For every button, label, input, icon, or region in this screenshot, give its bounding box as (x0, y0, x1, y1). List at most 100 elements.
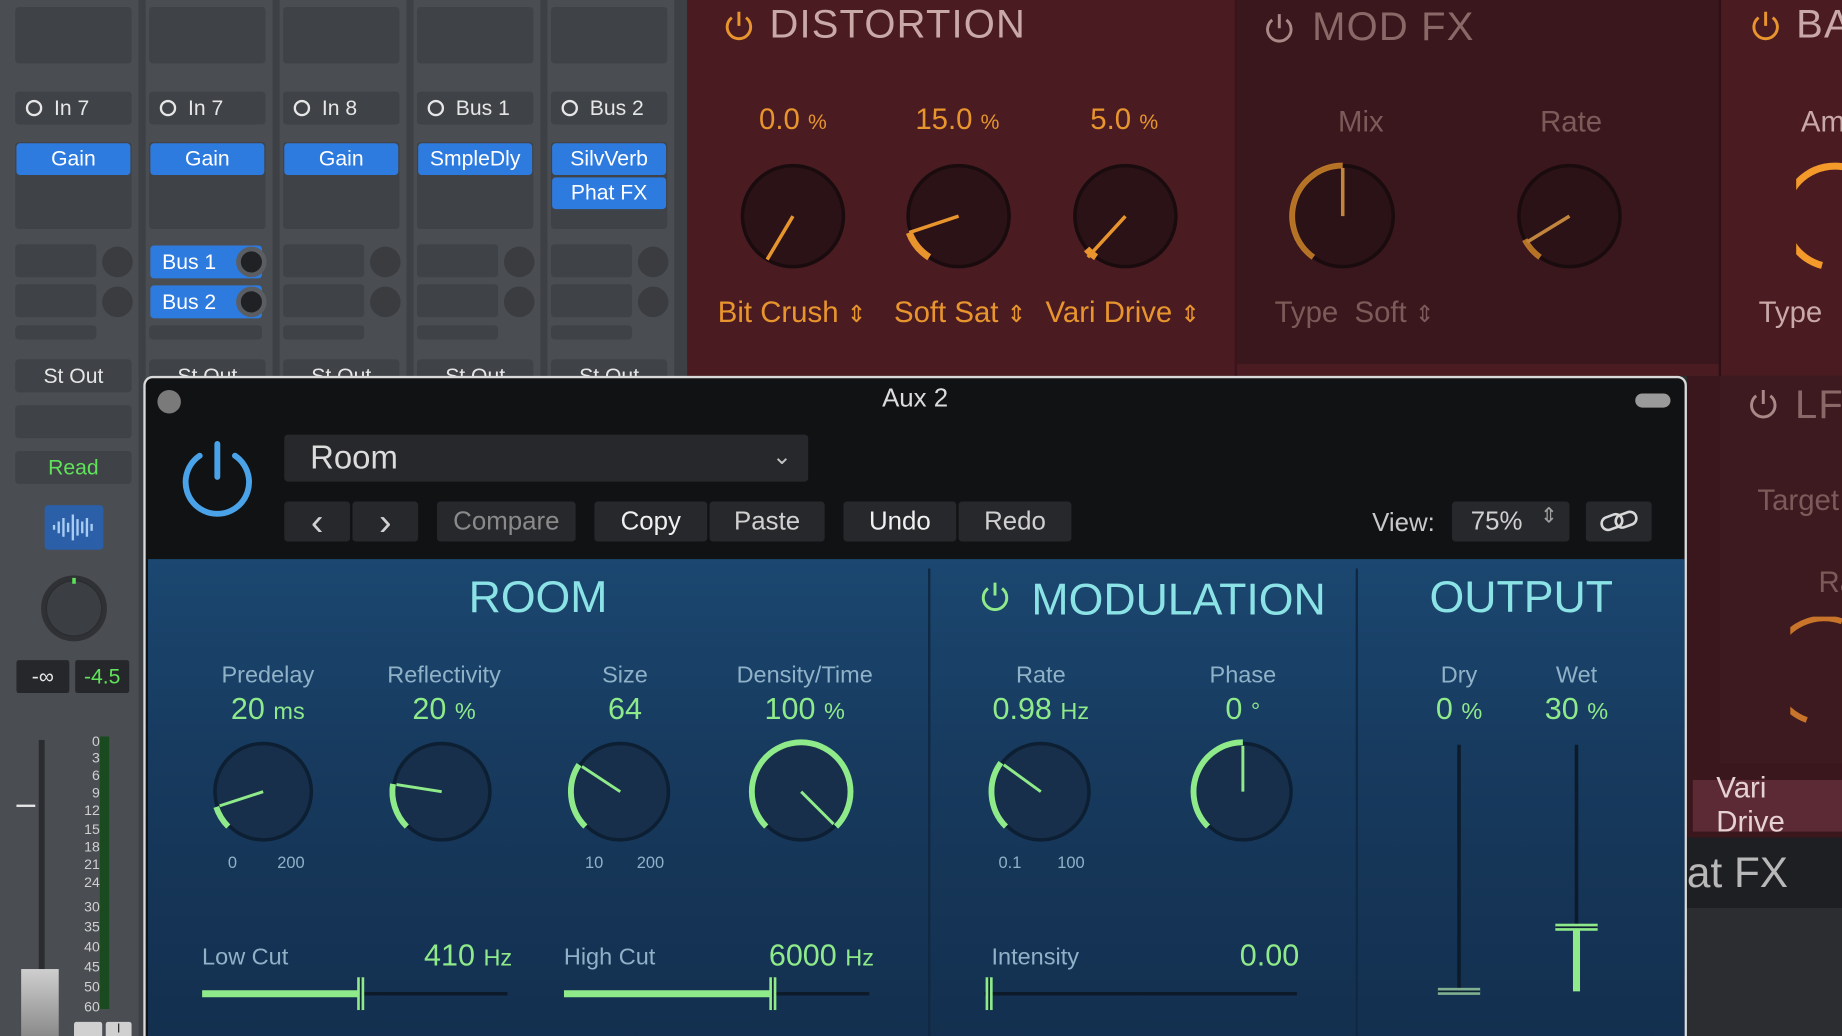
fader-cap[interactable] (21, 969, 59, 1036)
redo-button[interactable]: Redo (958, 501, 1072, 542)
send-slot[interactable] (550, 284, 633, 318)
stereo-ring-icon[interactable] (427, 99, 445, 117)
power-icon[interactable] (722, 9, 755, 44)
send-slot[interactable] (417, 284, 499, 318)
send-slot[interactable] (283, 244, 365, 278)
send-knob[interactable] (637, 246, 669, 278)
preset-label: Room (310, 439, 398, 476)
mix-knob[interactable] (1289, 162, 1397, 270)
bass-section: BA Am Type (1720, 0, 1842, 365)
send-knob[interactable] (370, 286, 401, 318)
input-slot[interactable]: In 7 (149, 91, 266, 125)
view-zoom-menu[interactable]: 75% ⇕ (1451, 501, 1570, 542)
softsat-knob[interactable] (905, 162, 1013, 270)
density-knob[interactable] (747, 738, 855, 846)
channel-icon[interactable] (44, 505, 104, 550)
lowcut-slider[interactable] (202, 975, 508, 1011)
send-knob[interactable] (370, 246, 401, 278)
plugin-window: Aux 2 Room ⌄ ‹ › Compare Copy Paste Undo… (143, 375, 1687, 1036)
input-slot[interactable]: Bus 2 (550, 91, 668, 125)
send-slot-empty[interactable] (15, 325, 97, 340)
power-button[interactable] (179, 439, 257, 519)
amount-knob[interactable] (1796, 162, 1842, 270)
send-knob[interactable] (503, 286, 535, 318)
input-slot[interactable]: Bus 1 (417, 91, 534, 125)
automation-mode[interactable]: Read (15, 451, 132, 484)
send-level-knob[interactable] (236, 286, 267, 318)
reflectivity-knob[interactable] (388, 738, 496, 846)
group-slot[interactable] (15, 405, 132, 439)
stereo-ring-icon[interactable] (293, 99, 311, 117)
undo-button[interactable]: Undo (843, 501, 957, 542)
varidrive-selector[interactable]: Vari Drive ⇕ (1046, 296, 1201, 330)
previous-preset-button[interactable]: ‹ (284, 500, 351, 542)
predelay-knob[interactable] (209, 738, 317, 846)
next-preset-button[interactable]: › (352, 500, 419, 542)
send-slot[interactable] (283, 284, 365, 318)
stereo-ring-icon[interactable] (25, 99, 43, 117)
send-level-knob[interactable] (236, 246, 267, 278)
send-knob[interactable] (637, 286, 669, 318)
power-icon[interactable] (1749, 9, 1782, 44)
send-knob[interactable] (102, 286, 133, 318)
intensity-slider[interactable] (984, 975, 1297, 1011)
eq-display[interactable] (550, 7, 668, 64)
send-knob[interactable] (102, 246, 133, 278)
plugin-slot-gain[interactable]: Gain (150, 143, 265, 176)
send-slot-empty[interactable] (149, 325, 262, 340)
volume-display[interactable]: -4.5 (75, 660, 130, 694)
varidrive-knob[interactable] (1071, 162, 1179, 270)
send-slot[interactable] (15, 244, 97, 278)
power-icon[interactable] (1747, 388, 1780, 423)
modulation-power-icon[interactable] (980, 580, 1011, 613)
collapse-button[interactable] (1635, 393, 1671, 408)
eq-display[interactable] (283, 7, 400, 64)
plugin-slot-sampledelay[interactable]: SmpleDly (418, 143, 533, 176)
preset-menu[interactable]: Room ⌄ (284, 434, 809, 482)
highcut-slider[interactable] (563, 975, 870, 1011)
wet-fader[interactable] (1553, 738, 1600, 1006)
bitcrush-selector[interactable]: Bit Crush ⇕ (718, 296, 867, 330)
stereo-ring-icon[interactable] (561, 99, 578, 117)
plugin-slot-phatfx[interactable]: Phat FX (552, 177, 667, 210)
send-slot-empty[interactable] (283, 325, 365, 340)
plugin-slot-silververb[interactable]: SilvVerb (552, 143, 667, 176)
vari-drive-chip[interactable]: Vari Drive (1692, 772, 1842, 839)
copy-button[interactable]: Copy (594, 501, 708, 542)
size-knob[interactable] (566, 738, 674, 846)
send-slot-empty[interactable] (417, 325, 499, 340)
stereo-ring-icon[interactable] (159, 99, 177, 117)
input-monitor-button[interactable]: I (105, 1021, 132, 1036)
pan-knob[interactable] (39, 573, 109, 643)
reflectivity-label: Reflectivity (387, 662, 501, 689)
send-slot-empty[interactable] (550, 325, 633, 340)
lfo-rate-knob[interactable] (1790, 616, 1842, 725)
softsat-selector[interactable]: Soft Sat ⇕ (894, 296, 1026, 330)
output-slot[interactable]: St Out (15, 359, 132, 393)
eq-display[interactable] (417, 7, 534, 64)
link-button[interactable] (1585, 501, 1652, 542)
send-knob[interactable] (503, 246, 535, 278)
paste-button[interactable]: Paste (709, 501, 825, 542)
dry-fader[interactable] (1436, 738, 1483, 1006)
record-button[interactable] (74, 1021, 103, 1036)
phase-knob[interactable] (1189, 738, 1297, 846)
rate-knob[interactable] (1515, 162, 1623, 270)
bitcrush-knob[interactable] (739, 162, 847, 270)
send-slot[interactable] (417, 244, 499, 278)
plugin-slot-gain[interactable]: Gain (16, 143, 131, 176)
input-slot[interactable]: In 8 (283, 91, 400, 125)
power-icon[interactable] (1263, 12, 1296, 47)
peak-display[interactable]: -∞ (16, 660, 70, 694)
type-selector[interactable]: Soft ⇕ (1354, 296, 1434, 330)
eq-display[interactable] (15, 7, 132, 64)
compare-button[interactable]: Compare (437, 501, 576, 542)
send-slot[interactable] (15, 284, 97, 318)
input-slot[interactable]: In 7 (15, 91, 132, 125)
rate-knob[interactable] (987, 738, 1095, 846)
eq-display[interactable] (149, 7, 266, 64)
plugin-slot-gain[interactable]: Gain (284, 143, 399, 176)
value-text: 6000 (768, 937, 837, 973)
send-slot[interactable] (550, 244, 633, 278)
input-label: In 7 (187, 95, 224, 120)
